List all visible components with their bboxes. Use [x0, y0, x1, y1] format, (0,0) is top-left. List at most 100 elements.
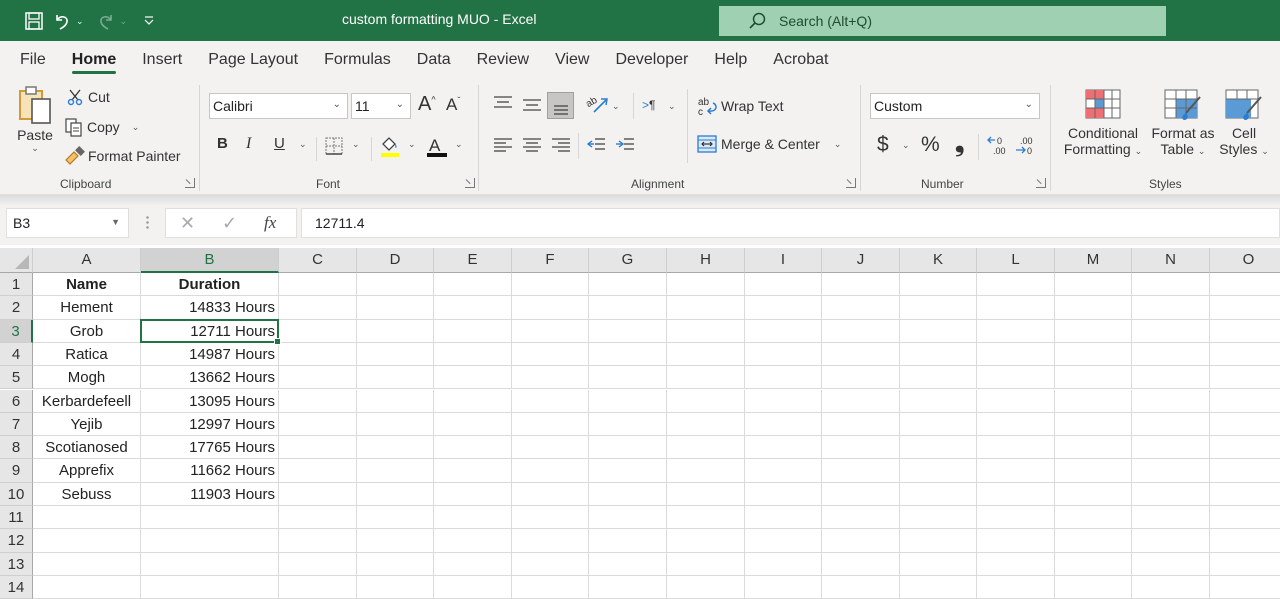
middle-align-icon[interactable] — [522, 97, 542, 113]
align-center-icon[interactable] — [522, 137, 542, 153]
cell-n6[interactable] — [1132, 389, 1210, 413]
copy-dropdown-icon[interactable]: ⌄ — [132, 122, 140, 133]
orientation-icon[interactable]: ab — [586, 94, 610, 116]
cell-n1[interactable] — [1132, 273, 1210, 297]
font-color-dropdown-icon[interactable]: ⌄ — [455, 139, 463, 150]
cell-c2[interactable] — [279, 296, 357, 320]
cell-d2[interactable] — [357, 296, 434, 320]
cell-a3[interactable]: Grob — [33, 319, 141, 343]
column-header-n[interactable]: N — [1132, 248, 1210, 273]
cell-k1[interactable] — [900, 273, 977, 297]
cell-a8[interactable]: Scotianosed — [33, 436, 141, 460]
merge-center-button[interactable]: Merge & Center ⌄ — [697, 134, 841, 154]
cell-k5[interactable] — [900, 366, 977, 390]
paste-button[interactable]: Paste ⌄ — [14, 85, 56, 154]
cell-k13[interactable] — [900, 552, 977, 576]
cell-h1[interactable] — [667, 273, 745, 297]
cell-m12[interactable] — [1055, 529, 1132, 553]
cell-o11[interactable] — [1210, 506, 1280, 530]
cell-g1[interactable] — [589, 273, 667, 297]
bottom-align-button[interactable] — [547, 92, 574, 119]
cell-j8[interactable] — [822, 436, 900, 460]
cell-n4[interactable] — [1132, 342, 1210, 367]
cell-i6[interactable] — [745, 389, 822, 413]
row-header-5[interactable]: 5 — [0, 366, 33, 390]
row-header-10[interactable]: 10 — [0, 482, 33, 506]
column-header-m[interactable]: M — [1055, 248, 1132, 273]
redo-dropdown-icon[interactable]: ⌄ — [120, 16, 128, 27]
cell-l6[interactable] — [977, 389, 1055, 413]
cell-f11[interactable] — [512, 506, 589, 530]
decrease-decimal-icon[interactable]: .000 — [1014, 134, 1038, 158]
cell-e8[interactable] — [434, 436, 512, 460]
cell-i11[interactable] — [745, 506, 822, 530]
cell-i13[interactable] — [745, 552, 822, 576]
cell-b2[interactable]: 14833 Hours — [141, 296, 279, 320]
font-size-select[interactable]: 11 ⌄ — [351, 93, 411, 119]
merge-center-dropdown-icon[interactable]: ⌄ — [834, 139, 842, 150]
cell-o1[interactable] — [1210, 273, 1280, 297]
cell-j11[interactable] — [822, 506, 900, 530]
cell-e3[interactable] — [434, 319, 512, 343]
cell-n12[interactable] — [1132, 529, 1210, 553]
cell-h4[interactable] — [667, 342, 745, 367]
insert-function-icon[interactable]: fx — [264, 213, 276, 233]
cell-m11[interactable] — [1055, 506, 1132, 530]
cell-a7[interactable]: Yejib — [33, 412, 141, 437]
cell-i14[interactable] — [745, 575, 822, 599]
column-header-k[interactable]: K — [900, 248, 977, 273]
cell-m5[interactable] — [1055, 366, 1132, 390]
cell-h13[interactable] — [667, 552, 745, 576]
cell-o7[interactable] — [1210, 413, 1280, 437]
cell-j6[interactable] — [822, 389, 900, 413]
orientation-dropdown-icon[interactable]: ⌄ — [612, 101, 620, 112]
cell-f5[interactable] — [512, 366, 589, 390]
undo-icon[interactable] — [50, 9, 74, 33]
number-dialog-launcher-icon[interactable] — [1036, 178, 1046, 188]
row-header-1[interactable]: 1 — [0, 273, 33, 297]
cell-n13[interactable] — [1132, 552, 1210, 576]
tab-file[interactable]: File — [20, 43, 46, 77]
cell-h10[interactable] — [667, 482, 745, 506]
number-format-select[interactable]: Custom ⌄ — [870, 93, 1040, 119]
cell-c1[interactable] — [279, 273, 357, 297]
copy-button[interactable]: Copy ⌄ — [64, 117, 139, 137]
cell-f8[interactable] — [512, 436, 589, 460]
cell-c4[interactable] — [279, 342, 357, 367]
cell-l4[interactable] — [977, 342, 1055, 367]
cell-b10[interactable]: 11903 Hours — [141, 482, 279, 506]
row-header-3[interactable]: 3 — [0, 319, 33, 343]
cell-l14[interactable] — [977, 575, 1055, 599]
cell-f12[interactable] — [512, 529, 589, 553]
cell-l8[interactable] — [977, 436, 1055, 460]
cell-m6[interactable] — [1055, 389, 1132, 413]
cell-e1[interactable] — [434, 273, 512, 297]
cell-b9[interactable]: 11662 Hours — [141, 459, 279, 483]
cell-g10[interactable] — [589, 482, 667, 506]
font-dialog-launcher-icon[interactable] — [465, 178, 475, 188]
cell-a13[interactable] — [33, 552, 141, 576]
cell-a14[interactable] — [33, 575, 141, 599]
cell-n2[interactable] — [1132, 296, 1210, 320]
cell-k10[interactable] — [900, 482, 977, 506]
row-header-8[interactable]: 8 — [0, 436, 33, 460]
cell-g7[interactable] — [589, 412, 667, 437]
cell-b13[interactable] — [141, 552, 279, 576]
cell-b8[interactable]: 17765 Hours — [141, 436, 279, 460]
cell-h5[interactable] — [667, 366, 745, 390]
cell-m2[interactable] — [1055, 296, 1132, 320]
increase-decimal-icon[interactable]: 0.00 — [986, 134, 1010, 158]
column-header-d[interactable]: D — [357, 248, 434, 273]
cell-i1[interactable] — [745, 273, 822, 297]
select-all-button[interactable] — [0, 248, 33, 273]
cell-g13[interactable] — [589, 552, 667, 576]
search-box[interactable]: Search (Alt+Q) — [719, 6, 1166, 36]
comma-style-button[interactable]: ❟ — [955, 130, 964, 158]
cell-m10[interactable] — [1055, 482, 1132, 506]
borders-dropdown-icon[interactable]: ⌄ — [352, 139, 360, 150]
increase-font-size-icon[interactable]: A^ — [418, 93, 436, 116]
cell-k2[interactable] — [900, 296, 977, 320]
column-header-j[interactable]: J — [822, 248, 900, 273]
cell-f2[interactable] — [512, 296, 589, 320]
text-direction-dropdown-icon[interactable]: ⌄ — [668, 101, 676, 112]
